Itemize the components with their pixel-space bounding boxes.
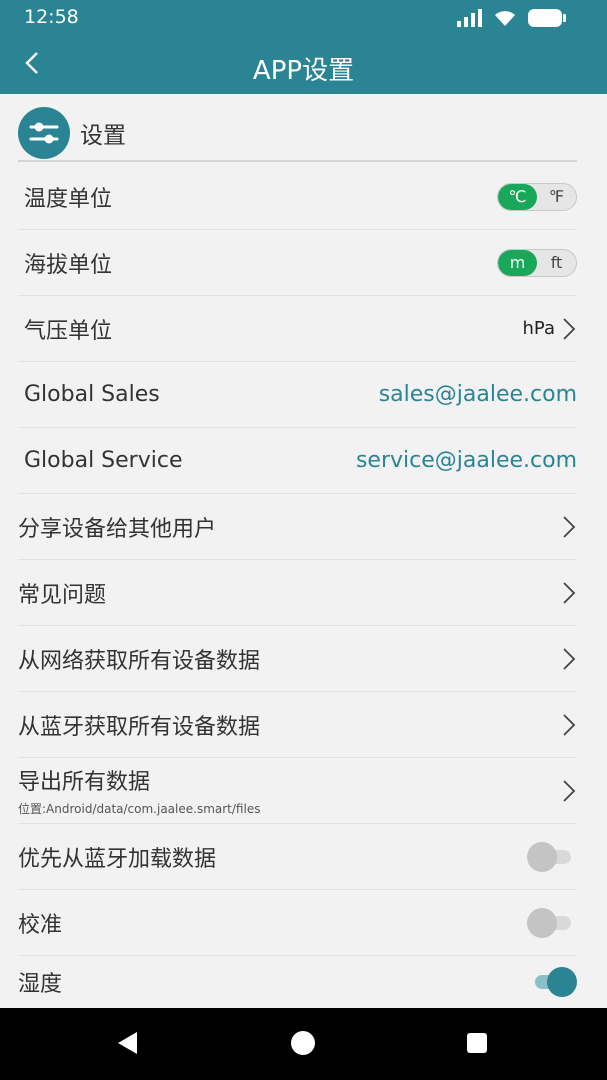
toggle-knob [527,907,557,938]
global-service-label: Global Service [24,448,183,473]
export-data-text: 导出所有数据 位置:Android/data/com.jaalee.smart/… [18,764,260,817]
temperature-unit-row: 温度单位 ℃ ℉ [18,164,577,230]
faq-label: 常见问题 [18,582,107,608]
toggle-knob [527,841,557,872]
temperature-unit-label: 温度单位 [24,186,113,212]
calibrate-row: 校准 [18,890,577,956]
chevron-right-icon [561,778,577,804]
status-time: 12:58 [24,6,79,28]
chevron-right-icon [561,316,577,342]
altitude-unit-switch[interactable]: m ft [497,248,577,277]
meter-option[interactable]: m [498,249,537,276]
altitude-unit-label: 海拔单位 [24,252,113,278]
fetch-network-label: 从网络获取所有设备数据 [18,648,261,674]
pressure-unit-row[interactable]: 气压单位 hPa [18,296,577,362]
fahrenheit-option[interactable]: ℉ [537,184,576,210]
fetch-bluetooth-row[interactable]: 从蓝牙获取所有设备数据 [18,692,577,758]
page-title: APP设置 [252,56,355,86]
feet-option[interactable]: ft [537,250,576,276]
prefer-bluetooth-toggle[interactable] [527,841,577,872]
temperature-unit-switch[interactable]: ℃ ℉ [497,182,577,211]
global-sales-label: Global Sales [24,382,160,407]
export-data-label: 导出所有数据 [18,770,151,795]
status-bar: 12:58 [0,0,607,36]
prefer-bluetooth-row: 优先从蓝牙加载数据 [18,824,577,890]
chevron-right-icon [561,514,577,540]
nav-home-icon [290,1030,316,1060]
pressure-unit-label: 气压单位 [24,318,113,344]
signal-icon [457,9,483,31]
battery-icon [527,8,567,32]
calibrate-toggle[interactable] [527,907,577,938]
chevron-right-icon [561,646,577,672]
wifi-icon [493,9,517,31]
status-icons [457,8,567,32]
chevron-right-icon [561,712,577,738]
sales-email-link[interactable]: sales@jaalee.com [379,382,577,407]
humidity-toggle[interactable] [527,967,577,997]
nav-recents-button[interactable] [462,1030,492,1060]
service-email-link[interactable]: service@jaalee.com [356,448,577,473]
nav-home-button[interactable] [288,1030,318,1060]
humidity-label: 湿度 [18,972,63,997]
global-service-row: Global Service service@jaalee.com [18,428,577,494]
nav-recents-icon [465,1031,489,1059]
fetch-network-row[interactable]: 从网络获取所有设备数据 [18,626,577,692]
chevron-right-icon [561,580,577,606]
fetch-bluetooth-label: 从蓝牙获取所有设备数据 [18,714,261,740]
section-title: 设置 [80,123,126,149]
app-bar: APP设置 [0,36,607,94]
settings-content: 设置 温度单位 ℃ ℉ 海拔单位 m ft 气压单位 hPa Global Sa… [0,94,607,1008]
prefer-bluetooth-label: 优先从蓝牙加载数据 [18,846,217,872]
share-device-label: 分享设备给其他用户 [18,516,217,542]
celsius-option[interactable]: ℃ [498,183,537,210]
settings-sliders-icon [18,107,70,159]
export-data-row[interactable]: 导出所有数据 位置:Android/data/com.jaalee.smart/… [18,758,577,824]
share-device-row[interactable]: 分享设备给其他用户 [18,494,577,560]
system-nav-bar [0,1008,607,1080]
altitude-unit-row: 海拔单位 m ft [18,230,577,296]
settings-section-header: 设置 [18,106,577,162]
calibrate-label: 校准 [18,912,63,938]
pressure-unit-value: hPa [522,318,555,339]
export-path-text: 位置:Android/data/com.jaalee.smart/files [18,802,261,816]
global-sales-row: Global Sales sales@jaalee.com [18,362,577,428]
nav-back-icon [115,1030,141,1060]
nav-back-button[interactable] [113,1030,143,1060]
toggle-knob [547,967,577,997]
faq-row[interactable]: 常见问题 [18,560,577,626]
humidity-row: 湿度 [18,956,577,1008]
